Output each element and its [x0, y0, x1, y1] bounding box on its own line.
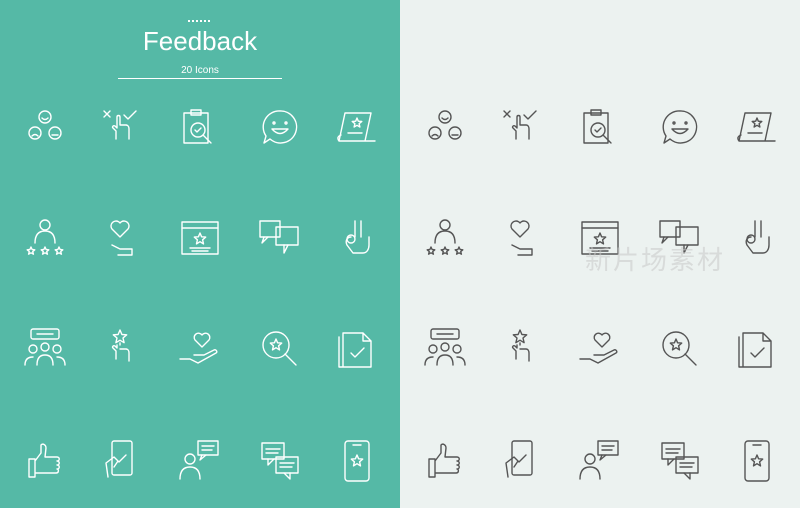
web-page-star-review-icon: [176, 215, 224, 263]
ok-hand-gesture-icon: [733, 215, 781, 263]
star-certificate-scroll-icon: [333, 105, 381, 153]
satisfaction-faces-icon: [21, 105, 69, 153]
ok-hand-gesture-icon: [333, 215, 381, 263]
person-star-rating-icon: [21, 215, 69, 263]
magnifier-star-icon: [256, 325, 304, 373]
smartphone-star-icon: [733, 437, 781, 485]
phone-in-hand-check-icon: [498, 437, 546, 485]
colored-panel: Feedback 20 Icons: [0, 0, 400, 508]
thumbs-up-icon: [421, 437, 469, 485]
star-certificate-scroll-icon: [733, 105, 781, 153]
document-check-icon: [333, 325, 381, 373]
heart-on-palm-icon: [576, 325, 624, 373]
watermark: 新片场素材: [585, 246, 726, 276]
reject-approve-tap-icon: [498, 105, 546, 153]
tap-star-icon: [98, 325, 146, 373]
multiple-speech-bubbles-icon: [256, 215, 304, 263]
person-speech-bubble-icon: [576, 437, 624, 485]
group-discussion-icon: [21, 325, 69, 373]
heart-on-palm-icon: [176, 325, 224, 373]
clipboard-magnifier-check-icon: [576, 105, 624, 153]
decorative-dots: [188, 20, 210, 22]
smile-speech-bubble-icon: [656, 105, 704, 153]
reject-approve-tap-icon: [98, 105, 146, 153]
group-discussion-icon: [421, 325, 469, 373]
chat-messages-icon: [256, 437, 304, 485]
icon-count: 20 Icons: [181, 65, 219, 76]
satisfaction-faces-icon: [421, 105, 469, 153]
divider: [118, 78, 282, 79]
smile-speech-bubble-icon: [256, 105, 304, 153]
hand-holding-heart-icon: [98, 215, 146, 263]
icon-grid-colored: [0, 105, 400, 505]
phone-in-hand-check-icon: [98, 437, 146, 485]
tap-star-icon: [498, 325, 546, 373]
person-star-rating-icon: [421, 215, 469, 263]
icon-grid-light: [400, 105, 800, 505]
magnifier-star-icon: [656, 325, 704, 373]
page-title: Feedback: [142, 26, 258, 56]
hand-holding-heart-icon: [498, 215, 546, 263]
document-check-icon: [733, 325, 781, 373]
thumbs-up-icon: [21, 437, 69, 485]
clipboard-magnifier-check-icon: [176, 105, 224, 153]
chat-messages-icon: [656, 437, 704, 485]
person-speech-bubble-icon: [176, 437, 224, 485]
smartphone-star-icon: [333, 437, 381, 485]
